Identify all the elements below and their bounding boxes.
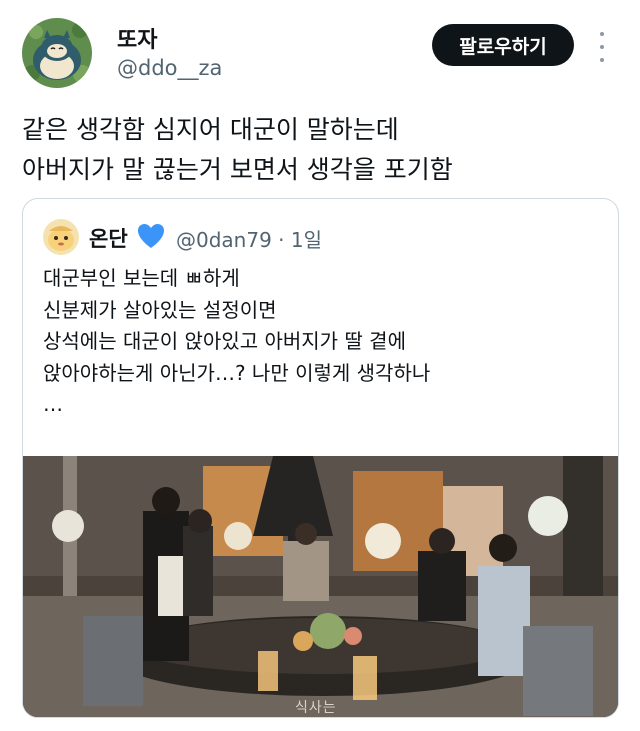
blue-heart-icon — [138, 224, 164, 248]
follow-button[interactable]: 팔로우하기 — [432, 24, 574, 66]
tweet-text: 같은 생각함 심지어 대군이 말하는데 아버지가 말 끊는거 보면서 생각을 포… — [22, 115, 453, 184]
quote-media-image[interactable]: 식사는 — [23, 456, 618, 717]
author-avatar[interactable] — [22, 18, 92, 88]
video-caption: 식사는 — [295, 700, 337, 716]
author-handle[interactable]: @ddo__za — [117, 56, 222, 80]
quote-text: 대군부인 보는데 ㅃ하게 신분제가 살아있는 설정이면 상석에는 대군이 앉아있… — [43, 266, 431, 416]
quote-age: · 1일 — [278, 228, 323, 252]
author-display-name[interactable]: 또자 — [117, 22, 157, 54]
more-vertical-icon[interactable] — [596, 32, 608, 62]
quote-author-display-name[interactable]: 온단 — [89, 223, 128, 253]
tweet-header: 또자 @ddo__za 팔로우하기 — [0, 0, 640, 100]
quote-author-avatar[interactable] — [43, 219, 79, 255]
quoted-tweet[interactable]: 온단 @0dan79 · 1일 대군부인 보는데 ㅃ하게 신분제가 살아있는 설… — [22, 198, 619, 718]
quote-handle-and-age[interactable]: @0dan79 · 1일 — [176, 224, 322, 253]
quote-author-handle[interactable]: @0dan79 — [176, 228, 272, 252]
